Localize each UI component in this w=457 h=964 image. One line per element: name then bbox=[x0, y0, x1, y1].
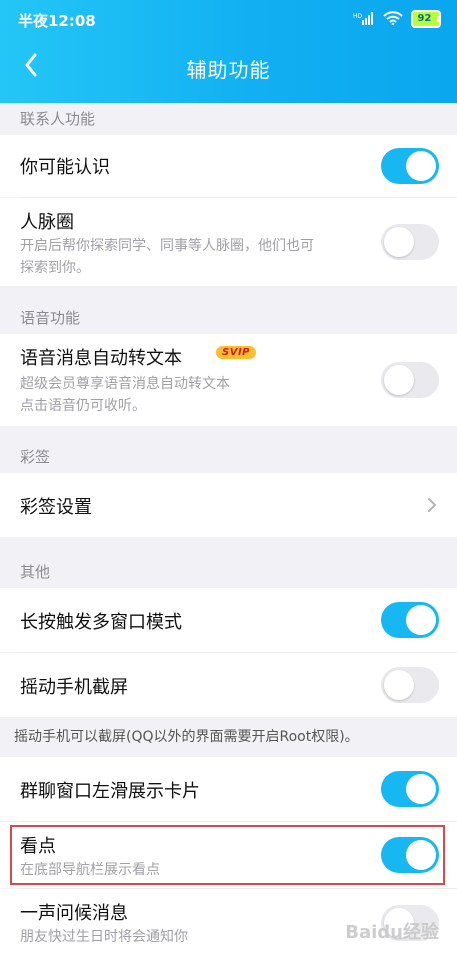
toggle-maybe-know[interactable] bbox=[381, 148, 439, 184]
toggle-knob bbox=[406, 151, 436, 181]
status-time: 半夜12:08 bbox=[18, 12, 96, 30]
row-multi-window: 长按触发多窗口模式 bbox=[0, 588, 457, 652]
battery-icon: 92 bbox=[411, 10, 441, 28]
shake-note: 摇动手机可以截屏(QQ以外的界面需要开启Root权限)。 bbox=[14, 729, 359, 745]
toggle-knob bbox=[406, 605, 436, 635]
toggle-group-card[interactable] bbox=[381, 771, 439, 807]
row-kandian: 看点 在底部导航栏展示看点 bbox=[0, 822, 457, 888]
toggle-knob bbox=[384, 365, 414, 395]
toggle-shake-screenshot[interactable] bbox=[381, 667, 439, 703]
section-title-other: 其他 bbox=[20, 563, 51, 581]
toggle-network[interactable] bbox=[381, 224, 439, 260]
section-title-sign: 彩签 bbox=[20, 448, 51, 466]
row-title: 人脉圈 bbox=[20, 212, 74, 233]
row-maybe-know: 你可能认识 bbox=[0, 135, 457, 197]
row-title: 摇动手机截屏 bbox=[20, 677, 128, 698]
svip-badge: SVIP bbox=[216, 346, 256, 359]
row-subtitle-line-1: 开启后帮你探索同学、同事等人脉圈，他们也可 bbox=[20, 238, 314, 254]
toggle-multi-window[interactable] bbox=[381, 602, 439, 638]
section-title-voice: 语音功能 bbox=[20, 309, 81, 327]
row-title: 一声问候消息 bbox=[20, 903, 128, 924]
watermark: Baidu经验 bbox=[345, 922, 439, 943]
row-subtitle-line-2: 探索到你。 bbox=[20, 260, 90, 276]
row-group-card: 群聊窗口左滑展示卡片 bbox=[0, 757, 457, 821]
top-app-bar: 半夜12:08 HD 92 辅助功能 bbox=[0, 0, 457, 103]
row-network: 人脉圈 开启后帮你探索同学、同事等人脉圈，他们也可 探索到你。 bbox=[0, 198, 457, 286]
status-icons: HD 92 bbox=[353, 10, 441, 28]
row-title: 彩签设置 bbox=[20, 497, 92, 518]
toggle-knob bbox=[384, 227, 414, 257]
section-title-contacts: 联系人功能 bbox=[20, 110, 96, 128]
toggle-knob bbox=[406, 840, 436, 870]
wifi-icon bbox=[383, 10, 403, 28]
signal-icon: HD bbox=[353, 11, 375, 28]
svg-text:HD: HD bbox=[353, 13, 363, 20]
row-title: 群聊窗口左滑展示卡片 bbox=[20, 781, 200, 802]
toggle-kandian[interactable] bbox=[381, 837, 439, 873]
row-subtitle-line-2: 点击语音仍可收听。 bbox=[20, 398, 146, 414]
chevron-right-icon bbox=[427, 473, 437, 537]
row-title: 你可能认识 bbox=[20, 157, 110, 178]
toggle-knob bbox=[384, 670, 414, 700]
row-title: 看点 bbox=[20, 836, 56, 857]
row-sign-settings[interactable]: 彩签设置 bbox=[0, 473, 457, 537]
toggle-knob bbox=[406, 774, 436, 804]
row-subtitle: 在底部导航栏展示看点 bbox=[20, 862, 160, 878]
page-title: 辅助功能 bbox=[186, 58, 271, 82]
row-title: 长按触发多窗口模式 bbox=[20, 612, 182, 633]
row-voice-text: 语音消息自动转文本 SVIP 超级会员尊享语音消息自动转文本 点击语音仍可收听。 bbox=[0, 334, 457, 426]
row-shake-screenshot: 摇动手机截屏 bbox=[0, 653, 457, 717]
row-title: 语音消息自动转文本 bbox=[20, 348, 182, 369]
row-subtitle: 朋友快过生日时将会通知你 bbox=[20, 929, 188, 945]
row-subtitle-line-1: 超级会员尊享语音消息自动转文本 bbox=[20, 376, 230, 392]
toggle-voice-text[interactable] bbox=[381, 362, 439, 398]
